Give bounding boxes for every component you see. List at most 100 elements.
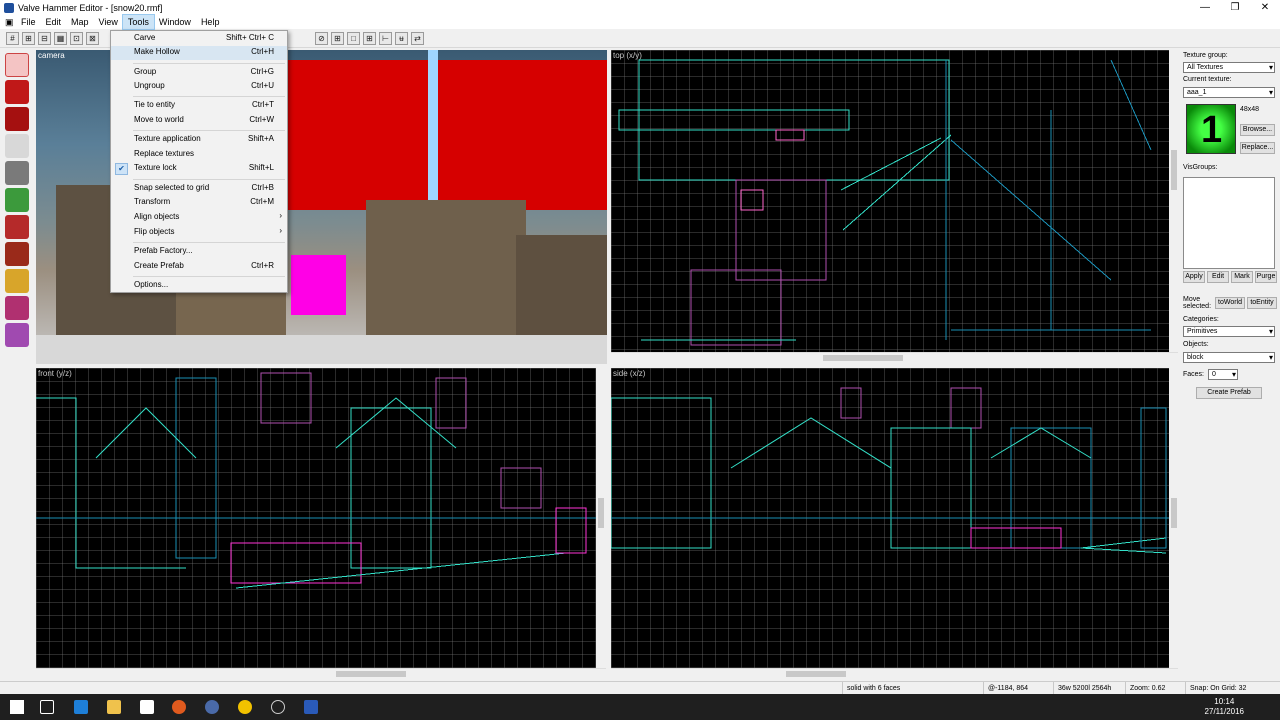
menu-item-move-to-world[interactable]: Move to world Ctrl+W [111, 114, 287, 128]
checkmark-icon: ✔ [115, 163, 128, 175]
mark-button[interactable]: Mark [1231, 271, 1253, 283]
menu-item-replace-textures[interactable]: Replace textures [111, 148, 287, 162]
menu-item-make-hollow[interactable]: Make Hollow Ctrl+H [111, 46, 287, 60]
replace-button[interactable]: Replace... [1240, 142, 1275, 154]
taskbar-clock[interactable]: 10:14 27/11/2016 [1205, 697, 1244, 717]
carve-icon[interactable]: ⊠ [86, 32, 99, 45]
block-tool-icon[interactable] [5, 161, 29, 185]
side-viewport-hscroll[interactable] [611, 668, 1179, 678]
app-icon-yellow[interactable] [238, 700, 252, 714]
texture-tool-icon[interactable] [5, 188, 29, 212]
maximize-button[interactable]: ❐ [1220, 0, 1250, 15]
front-view-brushes [36, 372, 596, 589]
edit-button[interactable]: Edit [1207, 271, 1229, 283]
task-view-icon[interactable] [40, 700, 54, 714]
front-viewport-vscroll[interactable] [596, 368, 606, 668]
browse-button[interactable]: Browse... [1240, 124, 1275, 136]
grid-icon[interactable]: # [6, 32, 19, 45]
menu-item-transform[interactable]: Transform Ctrl+M [111, 196, 287, 210]
categories-select[interactable]: Primitives [1183, 326, 1275, 337]
menu-item-carve[interactable]: Carve Shift+ Ctrl+ C [111, 32, 287, 46]
close-button[interactable]: ✕ [1250, 0, 1280, 15]
top-viewport[interactable]: top (x/y) [611, 50, 1169, 352]
create-prefab-button[interactable]: Create Prefab [1196, 387, 1262, 399]
apply-button[interactable]: Apply [1183, 271, 1205, 283]
menu-tools[interactable]: Tools [121, 14, 155, 30]
run-map-icon[interactable]: ⇄ [411, 32, 424, 45]
selection-tool-icon[interactable] [5, 53, 29, 77]
magnify-tool-icon[interactable] [5, 80, 29, 104]
menu-view[interactable]: View [94, 15, 123, 29]
side-viewport[interactable]: side (x/z) [611, 368, 1169, 668]
top-view-brushes [618, 59, 1152, 346]
windows-start-icon[interactable] [10, 700, 24, 714]
texture-preview[interactable]: 1 [1186, 104, 1236, 154]
menu-item-prefab-factory[interactable]: Prefab Factory... [111, 245, 287, 259]
magenta-entity [291, 255, 346, 315]
menu-file[interactable]: File [16, 15, 41, 29]
front-viewport-hscroll[interactable] [36, 668, 606, 678]
group-icon[interactable]: ⊞ [331, 32, 344, 45]
front-viewport-label: front (y/z) [38, 369, 72, 378]
tool-palette [0, 50, 34, 365]
menu-item-snap-selected-to-grid[interactable]: Snap selected to grid Ctrl+B [111, 182, 287, 196]
document-icon[interactable]: ▣ [0, 15, 16, 29]
store-icon[interactable] [140, 700, 154, 714]
path-tool-icon[interactable] [5, 323, 29, 347]
entity-tool-icon[interactable] [5, 134, 29, 158]
file-explorer-icon[interactable] [107, 700, 121, 714]
menu-help[interactable]: Help [196, 15, 225, 29]
side-view-brushes [611, 387, 1169, 554]
camera-tool-icon[interactable] [5, 107, 29, 131]
menu-item-create-prefab[interactable]: Create Prefab Ctrl+R [111, 260, 287, 274]
autosize-icon[interactable]: ⊡ [70, 32, 83, 45]
texture-group-select[interactable]: All Textures [1183, 62, 1275, 73]
window-controls: — ❐ ✕ [1190, 0, 1280, 15]
app-icon [4, 2, 14, 13]
grid-larger-icon[interactable]: ⊟ [38, 32, 51, 45]
menu-item-group[interactable]: Group Ctrl+G [111, 66, 287, 80]
faces-input[interactable]: 0 [1208, 369, 1238, 380]
menu-item-texture-lock[interactable]: ✔ Texture lock Shift+L [111, 162, 287, 176]
objects-select[interactable]: block [1183, 352, 1275, 363]
menu-item-texture-application[interactable]: Texture application Shift+A [111, 133, 287, 147]
menu-edit[interactable]: Edit [41, 15, 67, 29]
menu-map[interactable]: Map [66, 15, 94, 29]
clip-tool-icon[interactable] [5, 269, 29, 293]
steam-icon[interactable] [205, 700, 219, 714]
menu-item-flip-objects[interactable]: Flip objects › [111, 226, 287, 240]
ungroup-icon[interactable]: ⊞ [363, 32, 376, 45]
apply-texture-icon[interactable] [5, 215, 29, 239]
grid-smaller-icon[interactable]: ⊞ [22, 32, 35, 45]
firefox-icon[interactable] [172, 700, 186, 714]
hammer-editor-icon[interactable] [304, 700, 318, 714]
menu-item-tie-to-entity[interactable]: Tie to entity Ctrl+T [111, 99, 287, 113]
current-texture-label: Current texture: [1183, 76, 1232, 83]
menu-item-align-objects[interactable]: Align objects › [111, 211, 287, 225]
texture-preview-glyph: 1 [1201, 109, 1223, 151]
lock-icon[interactable]: ʉ [395, 32, 408, 45]
vertex-tool-icon[interactable] [5, 296, 29, 320]
blue-pole-brush [428, 50, 438, 200]
visgroups-list[interactable] [1183, 177, 1275, 269]
hide-icon[interactable]: ⊢ [379, 32, 392, 45]
menu-item-ungroup[interactable]: Ungroup Ctrl+U [111, 80, 287, 94]
minimize-button[interactable]: — [1190, 0, 1220, 15]
menu-item-options[interactable]: Options... [111, 279, 287, 293]
selection-bounds-icon[interactable]: □ [347, 32, 360, 45]
top-viewport-hscroll[interactable] [611, 352, 1179, 362]
purge-button[interactable]: Purge [1255, 271, 1277, 283]
to-entity-button[interactable]: toEntity [1247, 297, 1277, 309]
edge-browser-icon[interactable] [74, 700, 88, 714]
texture-lock-icon[interactable]: ⊘ [315, 32, 328, 45]
decal-tool-icon[interactable] [5, 242, 29, 266]
title-bar: Valve Hammer Editor - [snow20.rmf] — ❐ ✕ [0, 0, 1280, 15]
window-title: Valve Hammer Editor - [snow20.rmf] [18, 2, 163, 13]
grid-toggle-icon[interactable]: ▦ [54, 32, 67, 45]
current-texture-select[interactable]: aaa_1 [1183, 87, 1275, 98]
menu-window[interactable]: Window [154, 15, 196, 29]
top-viewport-label: top (x/y) [613, 51, 642, 60]
front-viewport[interactable]: front (y/z) [36, 368, 596, 668]
obs-icon[interactable] [271, 700, 285, 714]
to-world-button[interactable]: toWorld [1215, 297, 1245, 309]
